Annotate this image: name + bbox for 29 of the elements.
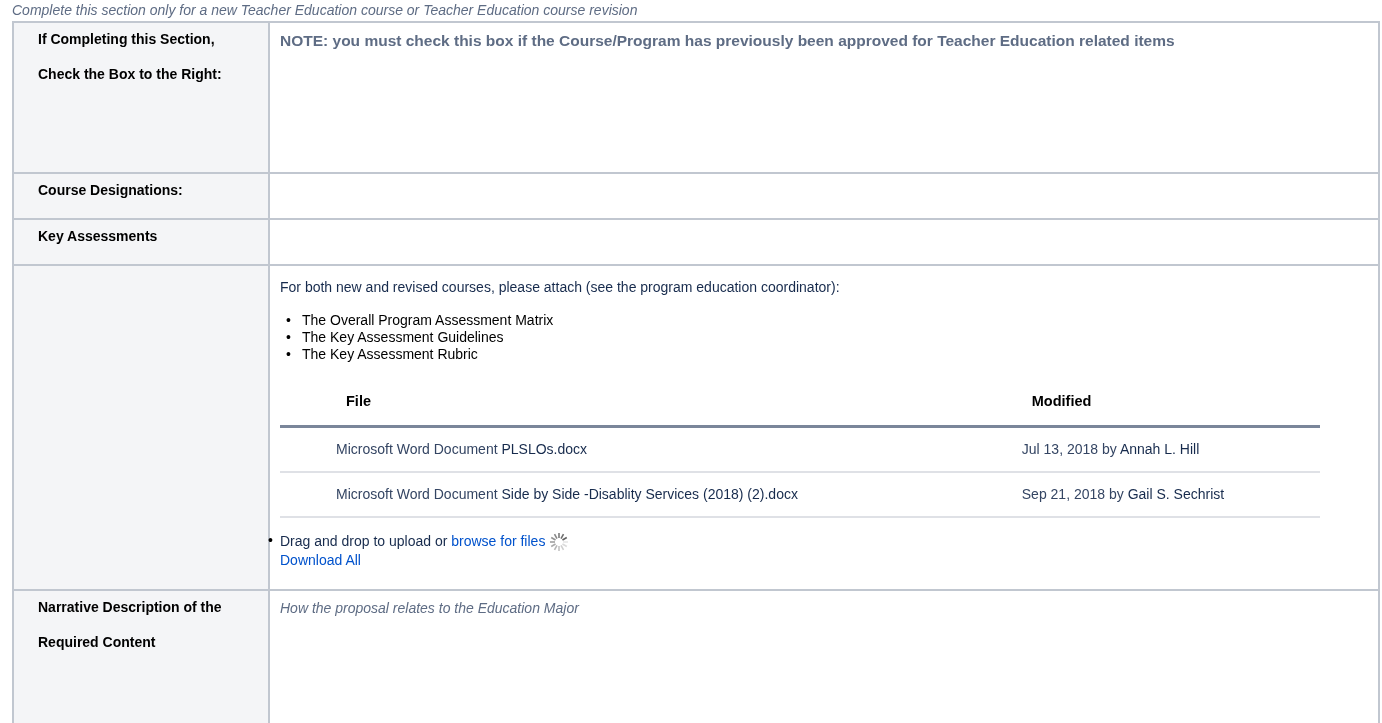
author-name: Annah L. Hill [1119, 440, 1200, 457]
list-item: The Key Assessment Guidelines [302, 329, 504, 346]
file-name: Side by Side -Disablity Services (2018) (2).docx [501, 485, 798, 502]
browse-link[interactable]: browse for files [451, 532, 546, 549]
author-name: Gail S. Sechrist [1127, 485, 1225, 502]
field-label[interactable]: Check the Box to the Right: [38, 66, 250, 83]
bullet-marker: • [285, 312, 292, 329]
field-label[interactable]: Narrative Description of the [38, 599, 250, 616]
column-header: File [280, 385, 1012, 427]
list-item: The Overall Program Assessment Matrix [302, 312, 554, 329]
instruction-text: For both new and revised courses, please attach (see the program education coordinator): [280, 278, 841, 297]
section-instruction: Complete this section only for a new Teacher Education course or Teacher Education course revision [11, 2, 639, 18]
download-all-link[interactable]: Download All [280, 551, 361, 568]
loading-spinner-icon [549, 531, 570, 552]
file-name: PLSLOs.docx [501, 440, 588, 457]
placeholder-text: How the proposal relates to the Education Major [280, 600, 579, 616]
date-link[interactable]: Sep 21, 2018 by [1021, 485, 1124, 502]
bullet-marker: • [285, 346, 292, 363]
column-header: Modified [1011, 385, 1320, 427]
file-type-link[interactable]: Microsoft Word Document [336, 485, 498, 502]
note-text: NOTE: you must check this box if the Course/Program has previously been approved for Teacher Education related items [280, 31, 1176, 51]
field-label[interactable]: If Completing this Section, [38, 31, 250, 48]
list-item: The Key Assessment Rubric [302, 346, 478, 363]
field-label[interactable]: Required Content [38, 634, 250, 651]
file-type-link[interactable]: Microsoft Word Document [336, 440, 498, 457]
bullet-marker: • [285, 329, 292, 346]
date-link[interactable]: Jul 13, 2018 by [1021, 440, 1117, 457]
bullet-marker: • [268, 531, 274, 550]
upload-hint: Drag and drop to upload or [280, 532, 448, 549]
